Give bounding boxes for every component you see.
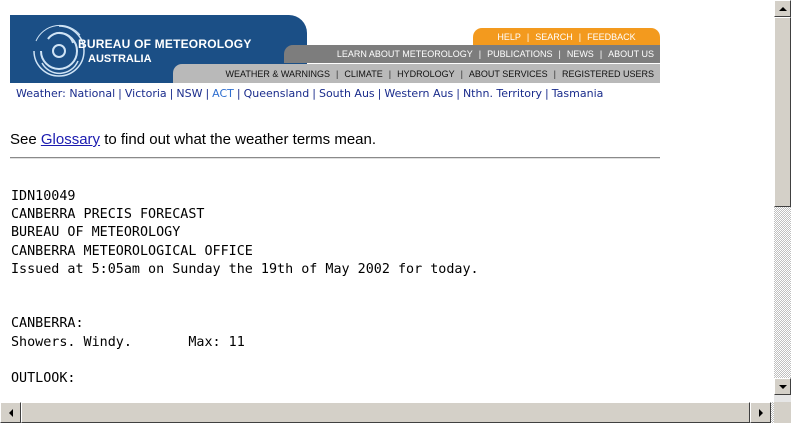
arrow-right-icon — [758, 408, 763, 417]
state-link-western-aus[interactable]: Western Aus — [384, 87, 453, 100]
nav-about-us[interactable]: ABOUT US — [608, 49, 654, 59]
glossary-after: to find out what the weather terms mean. — [100, 131, 377, 148]
state-link-victoria[interactable]: Victoria — [125, 87, 167, 100]
nav-weather-warnings[interactable]: WEATHER & WARNINGS — [226, 69, 331, 79]
main-nav: WEATHER & WARNINGS | CLIMATE | HYDROLOGY… — [173, 64, 660, 83]
nav-publications[interactable]: PUBLICATIONS — [487, 49, 552, 59]
horizontal-rule — [10, 157, 660, 159]
logo-title: BUREAU OF METEOROLOGY — [78, 37, 252, 51]
forecast-line: BUREAU OF METEOROLOGY — [11, 225, 181, 241]
link-separator: | — [377, 87, 382, 100]
swirl-icon — [33, 24, 85, 77]
link-separator: | — [456, 87, 460, 100]
nav-separator: | — [336, 68, 339, 79]
logo-subtitle: AUSTRALIA — [88, 53, 152, 65]
nav-separator: | — [578, 31, 582, 42]
nav-separator: | — [478, 49, 482, 59]
state-weather-nav: Weather: National | Victoria | NSW | ACT | Queen… — [16, 87, 603, 100]
nav-learn-about-meteorology[interactable]: LEARN ABOUT METEOROLOGY — [337, 49, 473, 59]
state-link-act[interactable]: ACT — [212, 87, 234, 100]
scroll-up-button[interactable] — [774, 0, 791, 17]
state-link-nthn-territory[interactable]: Nthn. Territory — [463, 87, 542, 100]
forecast-line: Showers. Windy. Max: 11 — [11, 334, 245, 350]
vertical-scroll-thumb[interactable] — [774, 17, 791, 207]
link-separator: | — [312, 87, 316, 100]
arrow-down-icon — [778, 384, 787, 389]
link-separator: | — [118, 87, 122, 100]
nav-separator: | — [526, 31, 530, 42]
forecast-text: IDN10049 CANBERRA PRECIS FORECAST BUREAU O… — [11, 188, 479, 388]
nav-about-services[interactable]: ABOUT SERVICES — [469, 69, 548, 79]
link-separator: | — [169, 87, 174, 100]
state-nav-prefix: Weather: — [16, 87, 66, 100]
nav-separator: | — [558, 49, 561, 59]
vertical-scrollbar[interactable] — [774, 0, 791, 402]
browser-viewport: BUREAU OF METEOROLOGY AUSTRALIA HELP | S… — [0, 0, 774, 402]
nav-separator: | — [599, 49, 603, 59]
forecast-line — [11, 352, 479, 370]
glossary-before: See — [10, 131, 41, 148]
forecast-line — [11, 279, 479, 297]
horizontal-scroll-thumb[interactable] — [21, 402, 750, 423]
nav-climate[interactable]: CLIMATE — [344, 69, 382, 79]
nav-separator: | — [460, 68, 463, 79]
forecast-line: IDN10049 — [11, 189, 76, 204]
vertical-scroll-track[interactable] — [774, 207, 791, 378]
arrow-left-icon — [8, 408, 13, 417]
nav-separator: | — [553, 68, 556, 79]
utility-nav: HELP | SEARCH | FEEDBACK — [473, 28, 660, 45]
scrollbar-corner — [774, 402, 791, 423]
forecast-line: CANBERRA: — [11, 316, 84, 332]
link-separator: | — [205, 87, 210, 100]
forecast-line: CANBERRA METEOROLOGICAL OFFICE — [11, 243, 253, 259]
forecast-line: CANBERRA PRECIS FORECAST — [11, 207, 205, 223]
glossary-note: See Glossary to find out what the weathe… — [10, 131, 376, 148]
link-separator: | — [236, 87, 241, 100]
secondary-nav: LEARN ABOUT METEOROLOGY | PUBLICATIONS |… — [284, 45, 660, 63]
nav-separator: | — [388, 68, 392, 79]
scroll-down-button[interactable] — [774, 378, 791, 395]
nav-help[interactable]: HELP — [497, 32, 521, 42]
nav-hydrology[interactable]: HYDROLOGY — [397, 69, 455, 79]
state-link-south-aus[interactable]: South Aus — [319, 87, 375, 100]
scroll-right-button[interactable] — [750, 402, 771, 423]
state-link-nsw[interactable]: NSW — [176, 87, 202, 100]
header-banner: BUREAU OF METEOROLOGY AUSTRALIA HELP | S… — [10, 15, 660, 83]
forecast-line: OUTLOOK: — [11, 371, 76, 387]
horizontal-scrollbar[interactable] — [0, 402, 774, 423]
nav-registered-users[interactable]: REGISTERED USERS — [562, 69, 654, 79]
arrow-up-icon — [778, 6, 787, 11]
forecast-line — [11, 297, 479, 315]
nav-search[interactable]: SEARCH — [535, 32, 573, 42]
scroll-left-button[interactable] — [0, 402, 21, 423]
nav-news[interactable]: NEWS — [567, 49, 594, 59]
state-link-queensland[interactable]: Queensland — [244, 87, 310, 100]
forecast-line: Issued at 5:05am on Sunday the 19th of M… — [11, 261, 479, 277]
glossary-link[interactable]: Glossary — [41, 131, 100, 148]
state-link-national[interactable]: National — [69, 87, 115, 100]
state-link-tasmania[interactable]: Tasmania — [552, 87, 604, 100]
link-separator: | — [545, 87, 549, 100]
nav-feedback[interactable]: FEEDBACK — [587, 32, 636, 42]
